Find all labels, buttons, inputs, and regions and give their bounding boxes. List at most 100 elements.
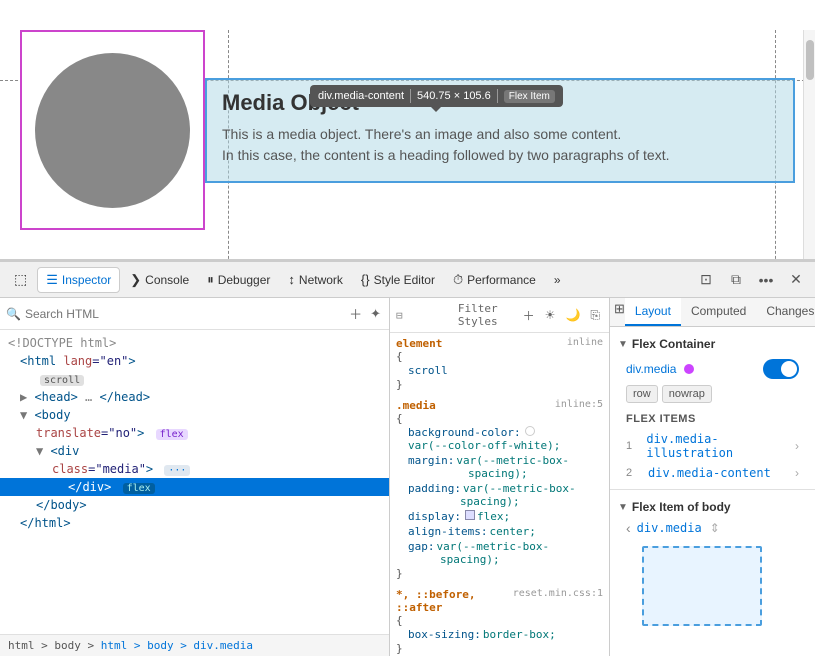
css-rule-reset: *, ::before, ::after reset.min.css:1 { b… xyxy=(396,588,603,655)
flex-item-of-label: Flex Item of body xyxy=(632,500,731,514)
network-tab-btn[interactable]: ↕ Network xyxy=(280,268,351,291)
section-divider xyxy=(610,489,815,490)
css-origin-inline: inline xyxy=(567,337,603,350)
media-flex-layout: Media Object This is a media object. The… xyxy=(20,30,795,230)
nav-element-label[interactable]: div.media xyxy=(637,521,702,535)
flex-direction-tag[interactable]: row xyxy=(626,385,658,403)
flex-element-name[interactable]: div.media xyxy=(626,362,676,376)
console-tab-btn[interactable]: ❯ Console xyxy=(122,268,197,292)
tree-html[interactable]: <html lang="en"> xyxy=(0,352,389,370)
console-label: Console xyxy=(145,273,189,287)
breadcrumb-current[interactable]: html > body > div.media xyxy=(101,639,253,652)
tree-body-close[interactable]: </body> xyxy=(0,496,389,514)
css-prop-align: align-items: center; xyxy=(404,524,603,539)
inspector-tab-btn[interactable]: ☰ Inspector xyxy=(37,267,120,293)
css-selector-element: element xyxy=(396,337,442,350)
pick-element-btn[interactable]: ✦ xyxy=(368,304,383,324)
css-prop-scroll: scroll xyxy=(404,363,603,378)
flex-item-num-2: 2 xyxy=(626,467,642,479)
light-dark-toggle-btn[interactable]: ☀ xyxy=(542,306,559,325)
preview-scrollbar[interactable] xyxy=(803,30,815,260)
devtools-toolbar: ⬚ ☰ Inspector ❯ Console ⏸ Debugger ↕ Net… xyxy=(0,262,815,298)
right-panel-tabs: ⊞ Layout Computed Changes Fonts Animatio… xyxy=(610,298,815,327)
tab-layout[interactable]: Layout xyxy=(625,298,681,326)
tree-html-close[interactable]: </html> xyxy=(0,514,389,532)
nav-back-arrow[interactable]: ‹ xyxy=(626,520,631,536)
dark-mode-btn[interactable]: 🌙 xyxy=(562,306,583,325)
css-rule-media: .media inline:5 { background-color: var(… xyxy=(396,399,603,580)
flex-item-arrow-2: › xyxy=(795,466,799,480)
tree-doctype[interactable]: <!DOCTYPE html> xyxy=(0,334,389,352)
flex-item-2[interactable]: 2 div.media-content › xyxy=(610,463,815,483)
responsive-design-btn[interactable]: ⊡ xyxy=(693,267,719,293)
flex-icon xyxy=(465,510,475,520)
tree-head[interactable]: ▶ <head> … </head> xyxy=(0,388,389,406)
split-view-btn[interactable]: ⧉ xyxy=(723,267,749,293)
more-tools-btn[interactable]: » xyxy=(546,269,569,291)
performance-label: Performance xyxy=(467,273,536,287)
browser-preview: div.media-content 540.75 × 105.6 Flex It… xyxy=(0,0,815,260)
css-prop-display: display: flex; xyxy=(404,509,603,524)
flex-item-name-2: div.media-content xyxy=(648,466,771,480)
css-prop-margin: margin: var(--metric-box- spacing); xyxy=(404,453,603,481)
tooltip-selector: div.media-content xyxy=(318,90,404,102)
scrollbar-thumb[interactable] xyxy=(806,40,814,80)
flex-container-label: Flex Container xyxy=(632,337,715,351)
tree-body-attrs[interactable]: translate="no"> flex xyxy=(0,424,389,442)
css-origin-reset: reset.min.css:1 xyxy=(513,588,603,614)
tree-div-inner-selected[interactable]: </div> flex xyxy=(0,478,389,496)
style-editor-tab-btn[interactable]: {} Style Editor xyxy=(353,268,443,291)
add-rule-btn[interactable]: ＋ xyxy=(520,306,538,325)
performance-tab-btn[interactable]: ⏱ Performance xyxy=(445,268,544,292)
media-illustration xyxy=(20,30,205,230)
layout-panel: ⊞ Layout Computed Changes Fonts Animatio… xyxy=(610,298,815,656)
css-rules-list: element inline { scroll } .media inline:… xyxy=(390,333,609,656)
flex-toggle[interactable] xyxy=(763,359,799,379)
flex-wrap-tag[interactable]: nowrap xyxy=(662,385,712,403)
css-rule-element: element inline { scroll } xyxy=(396,337,603,391)
css-prop-padding: padding: var(--metric-box- spacing); xyxy=(404,481,603,509)
tree-scroll-badge[interactable]: scroll xyxy=(0,370,389,388)
css-selector-media: .media xyxy=(396,399,436,412)
media-para2: In this case, the content is a heading f… xyxy=(222,145,778,166)
devtools-body: 🔍 ＋ ✦ <!DOCTYPE html> <html lang="en"> s… xyxy=(0,298,815,656)
flex-item-of-header: ▼ Flex Item of body xyxy=(610,496,815,518)
html-tree: <!DOCTYPE html> <html lang="en"> scroll … xyxy=(0,330,389,634)
css-selector-reset: *, ::before, ::after xyxy=(396,588,475,614)
layout-icon-btn[interactable]: ⊞ xyxy=(614,298,625,320)
debugger-tab-btn[interactable]: ⏸ Debugger xyxy=(199,268,278,292)
tab-computed[interactable]: Computed xyxy=(681,298,756,326)
tab-changes[interactable]: Changes xyxy=(756,298,815,326)
css-filter-icons: ＋ ☀ 🌙 ⎘ xyxy=(520,306,603,325)
box-diagram-container xyxy=(626,546,799,626)
css-prop-bg: background-color: var(--color-off-white)… xyxy=(404,425,603,453)
layout-content: ▼ Flex Container div.media row nowrap Fl… xyxy=(610,327,815,656)
overflow-menu-btn[interactable]: ••• xyxy=(753,267,779,293)
copy-rules-btn[interactable]: ⎘ xyxy=(587,306,603,325)
inspector-picker-btn[interactable]: ⬚ xyxy=(6,267,35,292)
close-devtools-btn[interactable]: ✕ xyxy=(783,267,809,293)
search-input[interactable] xyxy=(25,307,343,321)
element-tooltip: div.media-content 540.75 × 105.6 Flex It… xyxy=(310,85,563,107)
flex-item-1[interactable]: 1 div.media-illustration › xyxy=(610,429,815,463)
flex-item-arrow-1: › xyxy=(795,439,799,453)
tree-body-open[interactable]: ▼ <body xyxy=(0,406,389,424)
media-circle-image xyxy=(35,53,190,208)
add-node-btn[interactable]: ＋ xyxy=(347,302,364,325)
flex-property-tags: row nowrap xyxy=(610,383,815,409)
flex-item-nav: ‹ div.media ⇕ xyxy=(610,518,815,538)
search-icon: 🔍 xyxy=(6,307,21,321)
css-origin-media: inline:5 xyxy=(555,399,603,412)
flex-container-header: ▼ Flex Container xyxy=(610,333,815,355)
tree-div-open[interactable]: ▼ <div xyxy=(0,442,389,460)
tree-div-attrs[interactable]: class="media"> ··· xyxy=(0,460,389,478)
nav-dropdown-icon: ⇕ xyxy=(710,521,720,535)
color-swatch[interactable] xyxy=(525,426,535,436)
flex-items-header: Flex Items xyxy=(610,409,815,429)
debugger-label: Debugger xyxy=(218,273,271,287)
css-prop-boxsizing: box-sizing: border-box; xyxy=(404,627,603,642)
css-prop-gap: gap: var(--metric-box- spacing); xyxy=(404,539,603,567)
flex-item-name-1: div.media-illustration xyxy=(646,432,789,460)
more-label: » xyxy=(554,273,561,287)
flex-container-element: div.media xyxy=(610,355,815,383)
